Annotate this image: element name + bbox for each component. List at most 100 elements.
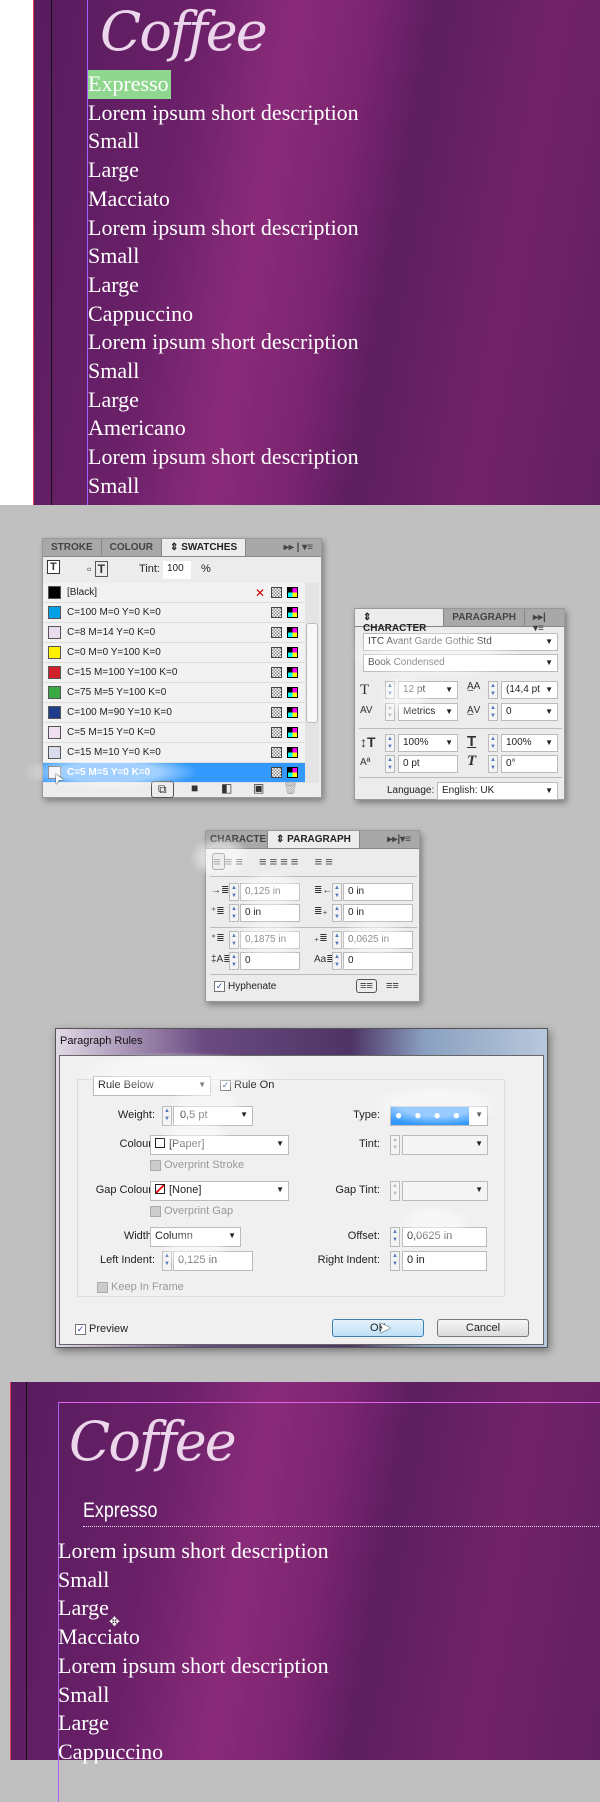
weight-select[interactable]: 0,5 pt: [173, 1106, 253, 1126]
baseline-shift-input[interactable]: 0 pt: [398, 755, 458, 773]
new-swatch-icon[interactable]: ▣: [253, 781, 264, 795]
menu-line[interactable]: Lorem ipsum short description: [88, 328, 359, 357]
offset-stepper[interactable]: ▲ ▼: [390, 1227, 400, 1247]
font-family-select[interactable]: ITC Avant Garde Gothic Std: [363, 633, 558, 651]
menu-line[interactable]: Large: [88, 386, 359, 415]
tab-character[interactable]: ⇕ CHARACTER: [355, 609, 445, 634]
menu-line[interactable]: Macciato: [88, 185, 359, 214]
text-formatting-icon[interactable]: ▫ T: [87, 561, 108, 577]
type-select[interactable]: ●●●●: [390, 1106, 488, 1126]
justify-all-button[interactable]: ≡: [291, 854, 302, 869]
align-right-button[interactable]: ≡: [235, 854, 246, 869]
drop-cap-chars-input[interactable]: 0: [343, 952, 413, 970]
justify-right-button[interactable]: ≡: [280, 854, 291, 869]
align-away-spine-button[interactable]: ≡: [325, 854, 336, 869]
gradient-icon[interactable]: ◧: [221, 781, 232, 795]
paragraph-composer-icon[interactable]: ≡≡: [386, 980, 399, 992]
last-line-indent-input[interactable]: 0 in: [343, 904, 413, 922]
swatch-scrollbar[interactable]: [305, 583, 319, 783]
left-indent-stepper[interactable]: ▲ ▼: [162, 1251, 172, 1271]
menu-line[interactable]: Cappuccino: [88, 300, 359, 329]
swatch-row[interactable]: C=0 M=0 Y=100 K=0: [43, 643, 305, 663]
swatch-row[interactable]: C=8 M=14 Y=0 K=0: [43, 623, 305, 643]
menu-line[interactable]: Small: [58, 1566, 329, 1595]
fill-stroke-icon[interactable]: T: [47, 560, 60, 574]
last-line-indent-stepper[interactable]: ▲ ▼: [332, 904, 342, 922]
menu-line[interactable]: Small: [88, 127, 359, 156]
leading-stepper[interactable]: ▲ ▼: [488, 681, 498, 699]
menu-line[interactable]: Large: [58, 1594, 329, 1623]
menu-line[interactable]: Lorem ipsum short description: [88, 99, 359, 128]
font-size-stepper[interactable]: ▲ ▼: [385, 681, 395, 699]
horizontal-scale-stepper[interactable]: ▲ ▼: [488, 734, 498, 752]
justify-left-button[interactable]: ≡: [259, 854, 270, 869]
justify-center-button[interactable]: ≡: [270, 854, 281, 869]
right-indent-input[interactable]: 0 in: [402, 1251, 487, 1271]
menu-line[interactable]: Large: [88, 156, 359, 185]
leading-input[interactable]: (14,4 pt: [501, 681, 558, 699]
swatch-row[interactable]: [Black] ✕: [43, 583, 305, 603]
swatch-row[interactable]: C=15 M=100 Y=100 K=0: [43, 663, 305, 683]
first-line-indent-input[interactable]: 0 in: [240, 904, 300, 922]
overprint-gap-checkbox[interactable]: Overprint Gap: [150, 1205, 233, 1217]
selected-text-expresso[interactable]: Expresso: [88, 70, 171, 99]
offset-input[interactable]: 0,0625 in: [402, 1227, 487, 1247]
language-select[interactable]: English: UK: [437, 782, 558, 800]
gap-colour-select[interactable]: [None]: [150, 1181, 289, 1201]
menu-line[interactable]: Macciato: [58, 1623, 329, 1652]
colour-select[interactable]: [Paper]: [150, 1135, 289, 1155]
panel-menu-button[interactable]: ▸▸|▾≡: [379, 831, 419, 848]
tint-select[interactable]: [402, 1135, 488, 1155]
space-before-stepper[interactable]: ▲ ▼: [229, 931, 239, 949]
menu-text-frame[interactable]: Lorem ipsum short description Small Large M…: [58, 1537, 329, 1767]
right-indent-stepper[interactable]: ▲ ▼: [390, 1251, 400, 1271]
menu-line[interactable]: Lorem ipsum short description: [58, 1537, 329, 1566]
swatch-row[interactable]: C=15 M=10 Y=0 K=0: [43, 743, 305, 763]
tracking-stepper[interactable]: ▲ ▼: [488, 703, 498, 721]
tab-stroke[interactable]: STROKE: [43, 539, 102, 556]
kerning-select[interactable]: Metrics: [398, 703, 458, 721]
menu-line[interactable]: Small: [58, 1681, 329, 1710]
skew-input[interactable]: 0°: [501, 755, 558, 773]
weight-stepper[interactable]: ▲ ▼: [162, 1106, 172, 1126]
tab-character[interactable]: CHARACTER: [206, 831, 268, 848]
tab-colour[interactable]: COLOUR: [102, 539, 163, 556]
preview-checkbox[interactable]: ✓ Preview: [75, 1323, 128, 1335]
gap-tint-select[interactable]: [402, 1181, 488, 1201]
show-swatches-button[interactable]: ⧉: [151, 781, 174, 798]
panel-menu-button[interactable]: ▸▸|▾≡: [525, 609, 564, 634]
menu-line[interactable]: Cappuccino: [58, 1738, 329, 1767]
tint-input[interactable]: 100: [163, 561, 191, 579]
align-left-button[interactable]: ≡: [212, 853, 225, 870]
menu-line[interactable]: Americano: [88, 414, 359, 443]
menu-line[interactable]: Lorem ipsum short description: [88, 214, 359, 243]
rule-on-checkbox[interactable]: ✓ Rule On: [220, 1079, 274, 1091]
swatch-row[interactable]: C=100 M=0 Y=0 K=0: [43, 603, 305, 623]
menu-line[interactable]: Large: [88, 271, 359, 300]
left-indent-input[interactable]: 0,125 in: [173, 1251, 253, 1271]
space-after-stepper[interactable]: ▲ ▼: [332, 931, 342, 949]
align-towards-spine-button[interactable]: ≡: [315, 854, 326, 869]
tab-swatches[interactable]: ⇕ SWATCHES: [162, 539, 247, 556]
menu-line[interactable]: Small: [88, 242, 359, 271]
swatch-list[interactable]: [Black] ✕ C=100 M=0 Y=0 K=0 C=8 M=14 Y=0 K=…: [43, 583, 305, 783]
skew-stepper[interactable]: ▲ ▼: [488, 755, 498, 773]
tracking-input[interactable]: 0: [501, 703, 558, 721]
drop-cap-chars-stepper[interactable]: ▲ ▼: [332, 952, 342, 970]
swatch-row[interactable]: C=5 M=5 Y=0 K=0: [43, 763, 305, 783]
space-before-input[interactable]: 0,1875 in: [240, 931, 300, 949]
menu-line[interactable]: Large: [58, 1709, 329, 1738]
menu-line[interactable]: Lorem ipsum short description: [58, 1652, 329, 1681]
left-indent-stepper[interactable]: ▲ ▼: [229, 883, 239, 901]
menu-line[interactable]: Small: [88, 472, 359, 501]
menu-text-frame[interactable]: Expresso Lorem ipsum short description Sma…: [88, 70, 359, 501]
tab-paragraph[interactable]: PARAGRAPH: [444, 609, 525, 626]
baseline-shift-stepper[interactable]: ▲ ▼: [385, 755, 395, 773]
single-line-composer-icon[interactable]: ≡≡: [356, 979, 377, 993]
kerning-stepper[interactable]: ▲ ▼: [385, 703, 395, 721]
expresso-heading[interactable]: Expresso: [83, 1499, 157, 1523]
new-color-group-icon[interactable]: ■: [191, 781, 198, 795]
vertical-scale-input[interactable]: 100%: [398, 734, 458, 752]
width-select[interactable]: Column: [150, 1227, 241, 1247]
right-indent-input[interactable]: 0 in: [343, 883, 413, 901]
